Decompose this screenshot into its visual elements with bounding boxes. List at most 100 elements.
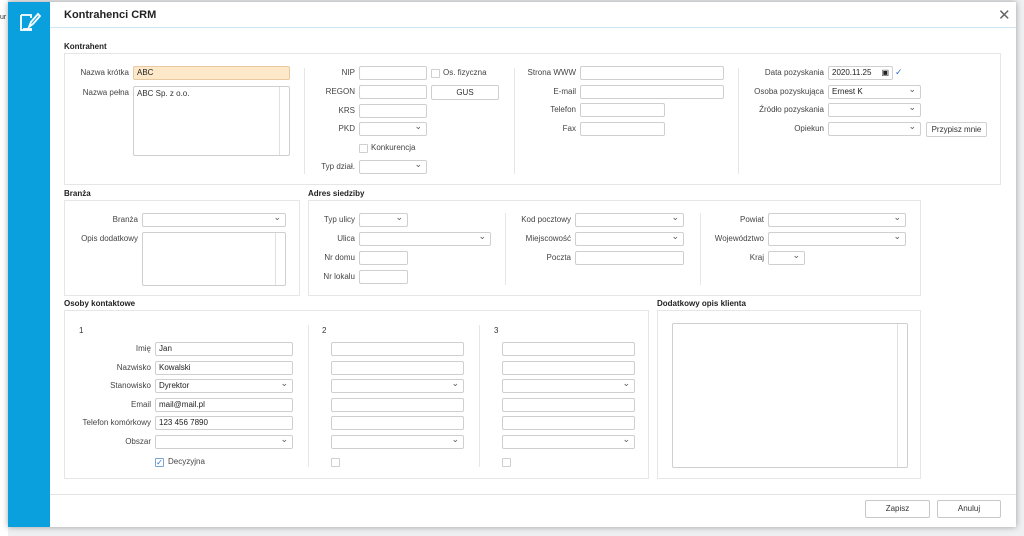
p3-stanowisko-select[interactable]: [502, 377, 635, 393]
date-value: 2020.11.25: [832, 68, 872, 77]
opis-klienta-textarea[interactable]: [672, 323, 908, 468]
opis-dodatkowy-textarea[interactable]: [142, 232, 286, 286]
kraj-select[interactable]: [768, 249, 805, 265]
os-fizyczna-checkbox[interactable]: [431, 69, 440, 78]
p3-nazwisko-input[interactable]: [502, 361, 635, 375]
email-input[interactable]: [580, 85, 724, 99]
label-obszar: Obszar: [125, 437, 151, 446]
krs-input[interactable]: [359, 104, 427, 118]
p3-decyzyjna-checkbox[interactable]: [502, 458, 511, 467]
label-osoba-pozyskujaca: Osoba pozyskująca: [754, 87, 824, 96]
strona-www-input[interactable]: [580, 66, 724, 80]
poczta-input[interactable]: [575, 251, 684, 265]
ulica-select[interactable]: [359, 230, 491, 246]
label-nr-lokalu: Nr lokalu: [323, 272, 355, 281]
nr-domu-input[interactable]: [359, 251, 408, 265]
section-title-opis-klienta: Dodatkowy opis klienta: [657, 299, 746, 308]
label-opis-dodatkowy: Opis dodatkowy: [81, 234, 138, 243]
p2-obszar-select[interactable]: [331, 433, 464, 449]
cancel-button[interactable]: Anuluj: [937, 500, 1001, 518]
p3-email-input[interactable]: [502, 398, 635, 412]
close-icon[interactable]: ✕: [998, 6, 1011, 24]
label-nazwa-pelna: Nazwa pełna: [82, 88, 129, 97]
label-strona-www: Strona WWW: [527, 68, 576, 77]
label-nazwisko: Nazwisko: [116, 363, 151, 372]
label-nr-domu: Nr domu: [324, 253, 355, 262]
label-typ-dzial: Typ dział.: [321, 162, 355, 171]
p2-stanowisko-select[interactable]: [331, 377, 464, 393]
pkd-select[interactable]: [359, 120, 427, 136]
p1-decyzyjna-checkbox[interactable]: ✓: [155, 458, 164, 467]
calendar-icon[interactable]: ▣: [881, 67, 889, 79]
konkurencja-checkbox[interactable]: [359, 144, 368, 153]
label-kraj: Kraj: [749, 253, 764, 262]
nip-input[interactable]: [359, 66, 427, 80]
save-button[interactable]: Zapisz: [865, 500, 930, 518]
label-os-fizyczna: Os. fizyczna: [443, 68, 487, 77]
p3-obszar-select[interactable]: [502, 433, 635, 449]
telefon-input[interactable]: [580, 103, 665, 117]
powiat-select[interactable]: [768, 211, 906, 227]
opiekun-select[interactable]: [828, 120, 921, 136]
fax-input[interactable]: [580, 122, 665, 136]
nr-lokalu-input[interactable]: [359, 270, 408, 284]
p2-telefon-input[interactable]: [331, 416, 464, 430]
wojewodztwo-select[interactable]: [768, 230, 906, 246]
divider: [479, 325, 480, 467]
person-number-1: 1: [79, 326, 84, 335]
check-icon[interactable]: ✓: [895, 67, 903, 78]
p1-stanowisko-select[interactable]: Dyrektor: [155, 377, 293, 393]
divider: [304, 68, 305, 174]
footer-divider: [50, 494, 1016, 495]
label-kod-pocztowy: Kod pocztowy: [521, 215, 571, 224]
label-poczta: Poczta: [546, 253, 571, 262]
section-title-osoby: Osoby kontaktowe: [64, 299, 136, 308]
person-number-2: 2: [322, 326, 327, 335]
person-number-3: 3: [494, 326, 499, 335]
typ-ulicy-select[interactable]: [359, 211, 408, 227]
p1-nazwisko-input[interactable]: Kowalski: [155, 361, 293, 375]
kod-pocztowy-select[interactable]: [575, 211, 684, 227]
section-title-adres: Adres siedziby: [308, 189, 365, 198]
label-decyzyjna: Decyzyjna: [168, 457, 205, 466]
label-zrodlo-pozyskania: Źródło pozyskania: [759, 105, 824, 114]
data-pozyskania-input[interactable]: 2020.11.25 ▣: [828, 66, 893, 80]
p1-obszar-select[interactable]: [155, 433, 293, 449]
label-fax: Fax: [562, 124, 576, 133]
p2-nazwisko-input[interactable]: [331, 361, 464, 375]
p3-imie-input[interactable]: [502, 342, 635, 356]
label-stanowisko: Stanowisko: [110, 381, 151, 390]
zrodlo-pozyskania-select[interactable]: [828, 101, 921, 117]
divider: [514, 68, 515, 174]
miejscowosc-select[interactable]: [575, 230, 684, 246]
p1-email-input[interactable]: mail@mail.pl: [155, 398, 293, 412]
label-email: E-mail: [553, 87, 576, 96]
modal-title: Kontrahenci CRM: [64, 9, 157, 21]
label-konkurencja: Konkurencja: [371, 143, 416, 152]
background-text: ur: [0, 14, 7, 21]
label-email: Email: [130, 400, 151, 409]
typ-dzial-select[interactable]: [359, 158, 427, 174]
branza-select[interactable]: [142, 211, 286, 227]
p2-email-input[interactable]: [331, 398, 464, 412]
p2-decyzyjna-checkbox[interactable]: [331, 458, 340, 467]
label-nazwa-krotka: Nazwa krótka: [80, 68, 129, 77]
nazwa-krotka-input[interactable]: ABC: [133, 66, 290, 80]
label-powiat: Powiat: [739, 215, 764, 224]
label-opiekun: Opiekun: [794, 124, 824, 133]
p3-telefon-input[interactable]: [502, 416, 635, 430]
p1-telefon-input[interactable]: 123 456 7890: [155, 416, 293, 430]
regon-input[interactable]: [359, 85, 427, 99]
label-wojewodztwo: Województwo: [714, 234, 764, 243]
p2-imie-input[interactable]: [331, 342, 464, 356]
osoba-pozyskujaca-select[interactable]: Ernest K: [828, 83, 921, 99]
modal-header: [50, 2, 1016, 28]
edit-document-icon: [20, 12, 42, 31]
section-title-branza: Branża: [64, 189, 91, 198]
p1-imie-input[interactable]: Jan: [155, 342, 293, 356]
gus-button[interactable]: GUS: [431, 85, 499, 100]
przypisz-mnie-button[interactable]: Przypisz mnie: [926, 122, 987, 137]
label-pkd: PKD: [338, 124, 355, 133]
label-telefon-komorkowy: Telefon komórkowy: [82, 418, 151, 427]
nazwa-pelna-textarea[interactable]: ABC Sp. z o.o.: [133, 86, 290, 156]
